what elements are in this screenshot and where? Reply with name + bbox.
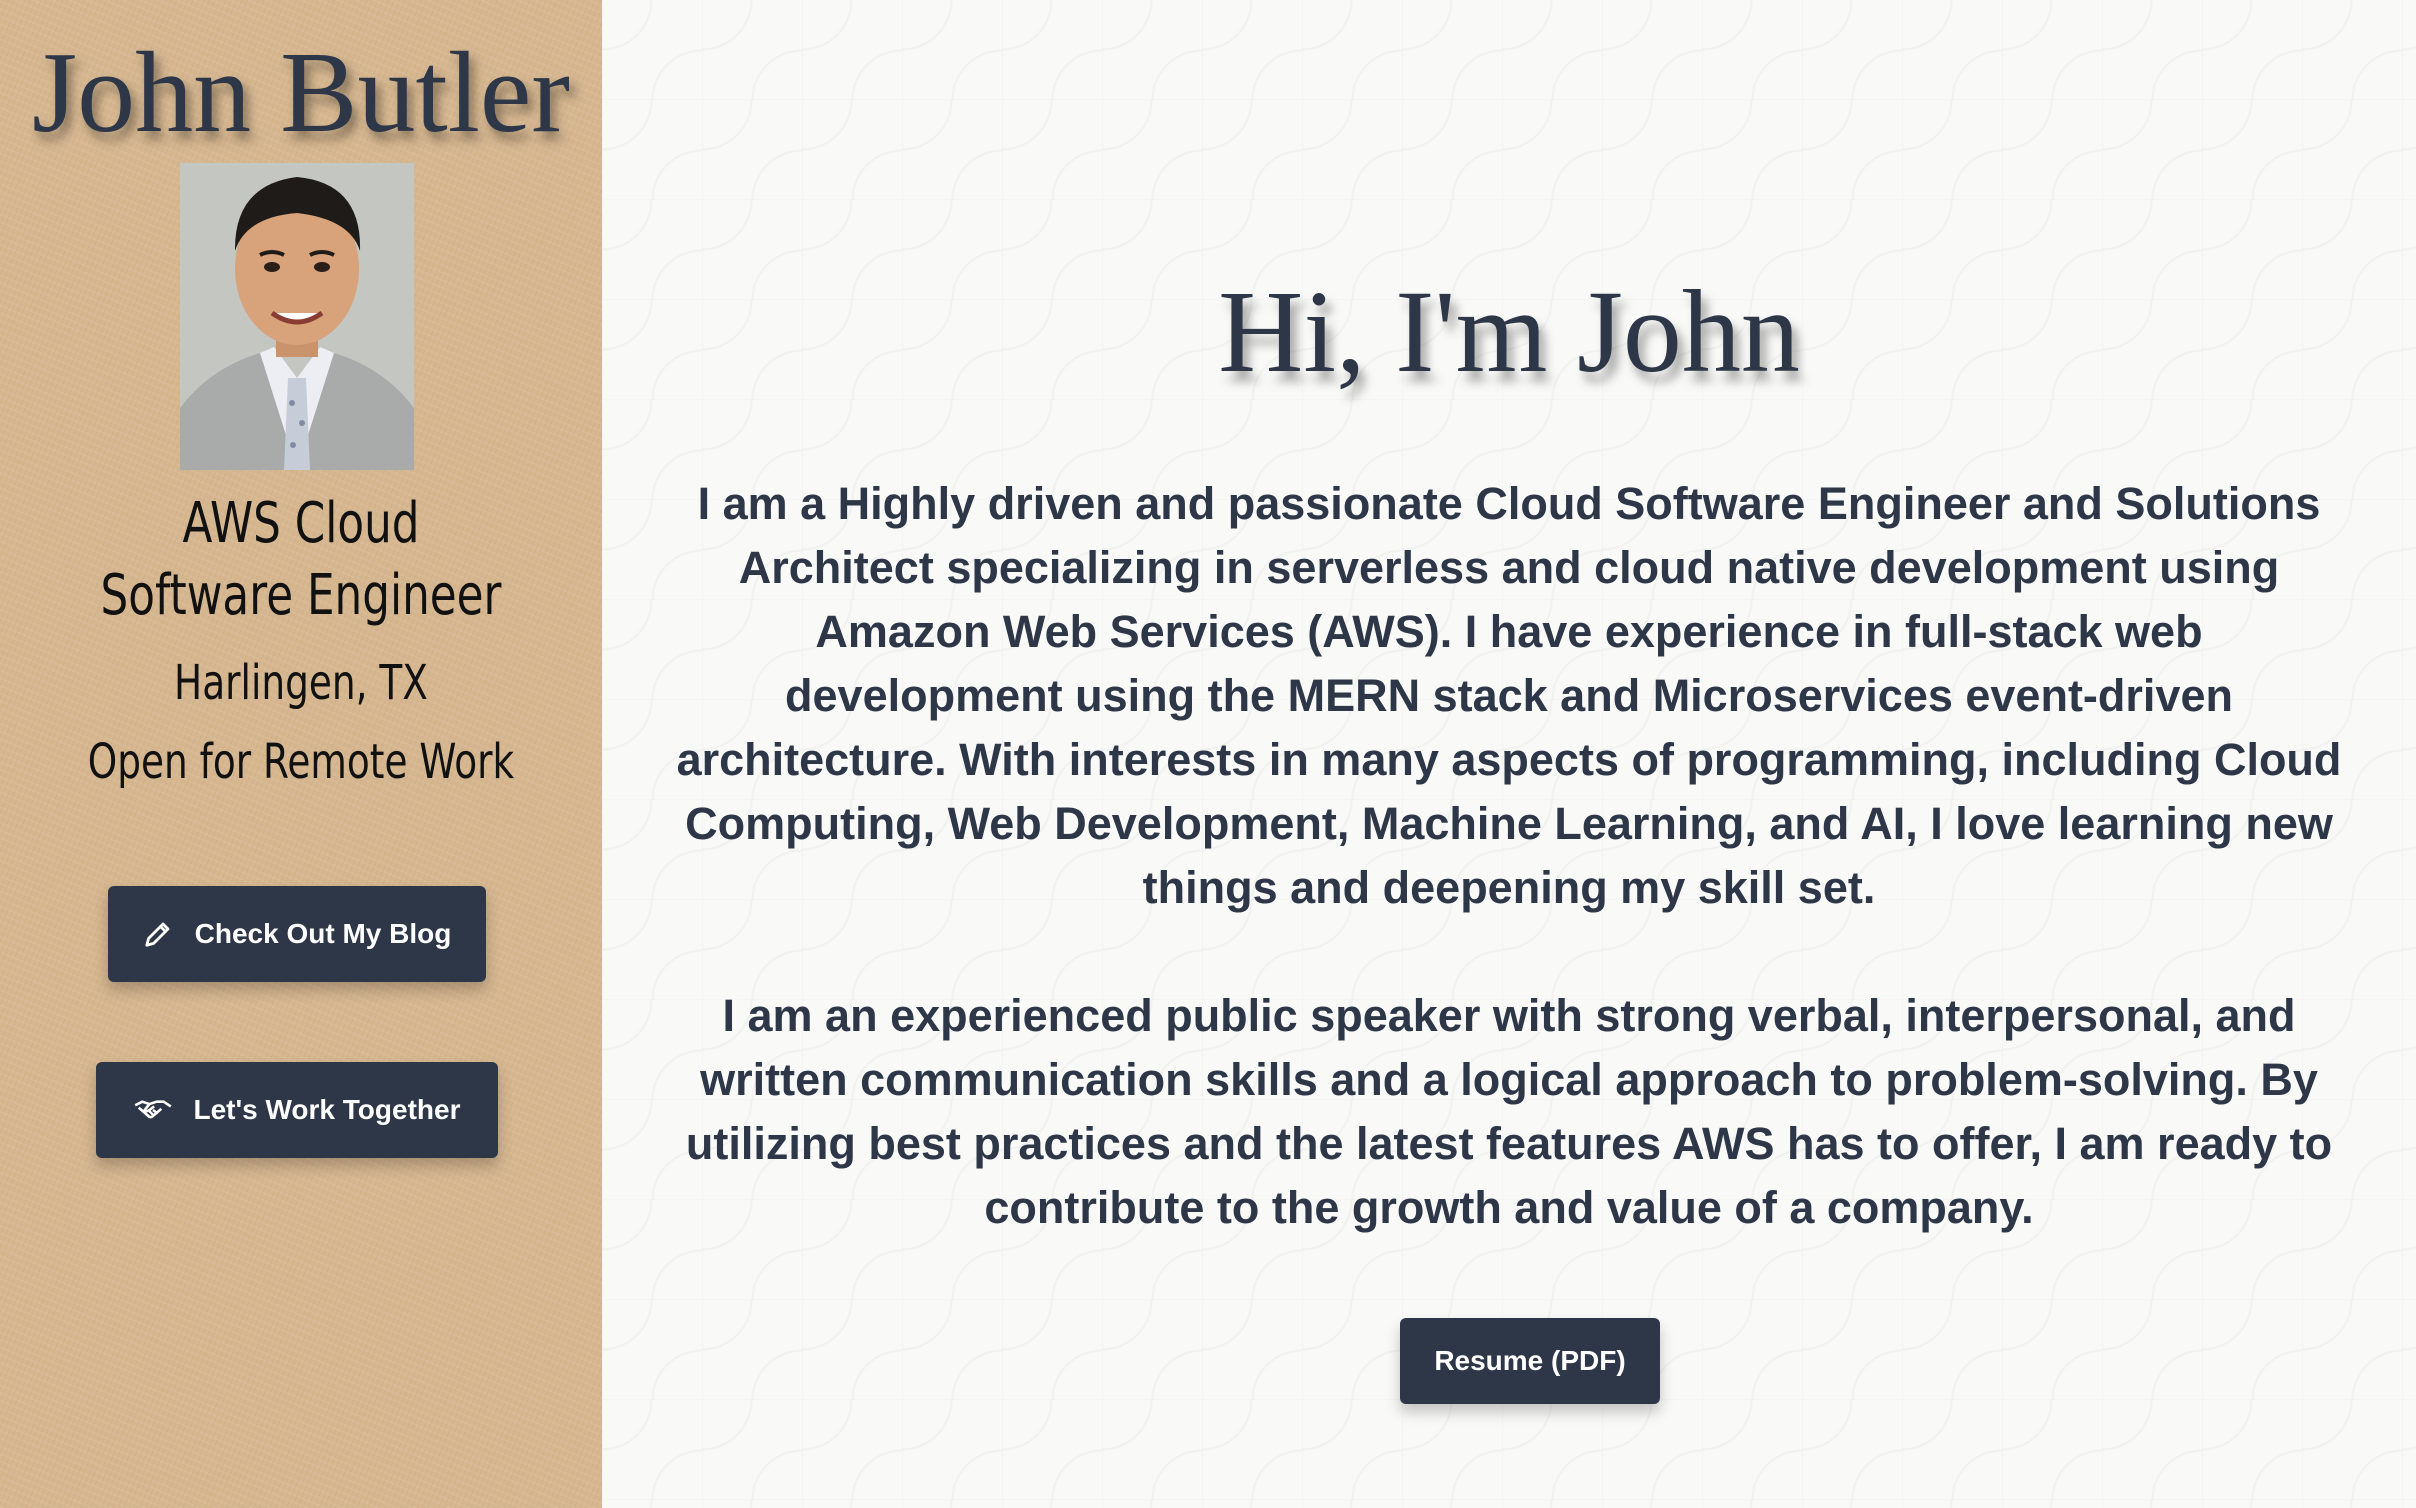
profile-name: John Butler — [31, 29, 571, 157]
resume-button[interactable]: Resume (PDF) — [1400, 1318, 1660, 1404]
blog-button[interactable]: Check Out My Blog — [108, 886, 486, 982]
location-text: Harlingen, TX — [174, 655, 428, 711]
pencil-icon — [143, 919, 173, 949]
work-together-button-label: Let's Work Together — [193, 1094, 461, 1125]
availability-text: Open for Remote Work — [87, 734, 515, 790]
avatar — [180, 163, 414, 470]
job-title: AWS Cloud Software Engineer — [100, 491, 502, 628]
intro-paragraph: I am a Highly driven and passionate Clou… — [676, 478, 2342, 913]
work-together-button[interactable]: Let's Work Together — [96, 1062, 498, 1158]
greeting-heading: Hi, I'm John — [1218, 266, 1800, 397]
blog-button-label: Check Out My Blog — [194, 918, 452, 949]
sidebar: John Butler AWS Cloud Software Engineer … — [0, 0, 602, 1508]
resume-button-label: Resume (PDF) — [1434, 1345, 1626, 1376]
handshake-icon — [134, 1095, 172, 1125]
main-content: Hi, I'm John I am a Highly driven and pa… — [602, 0, 2416, 1508]
skills-paragraph: I am an experienced public speaker with … — [685, 990, 2333, 1233]
